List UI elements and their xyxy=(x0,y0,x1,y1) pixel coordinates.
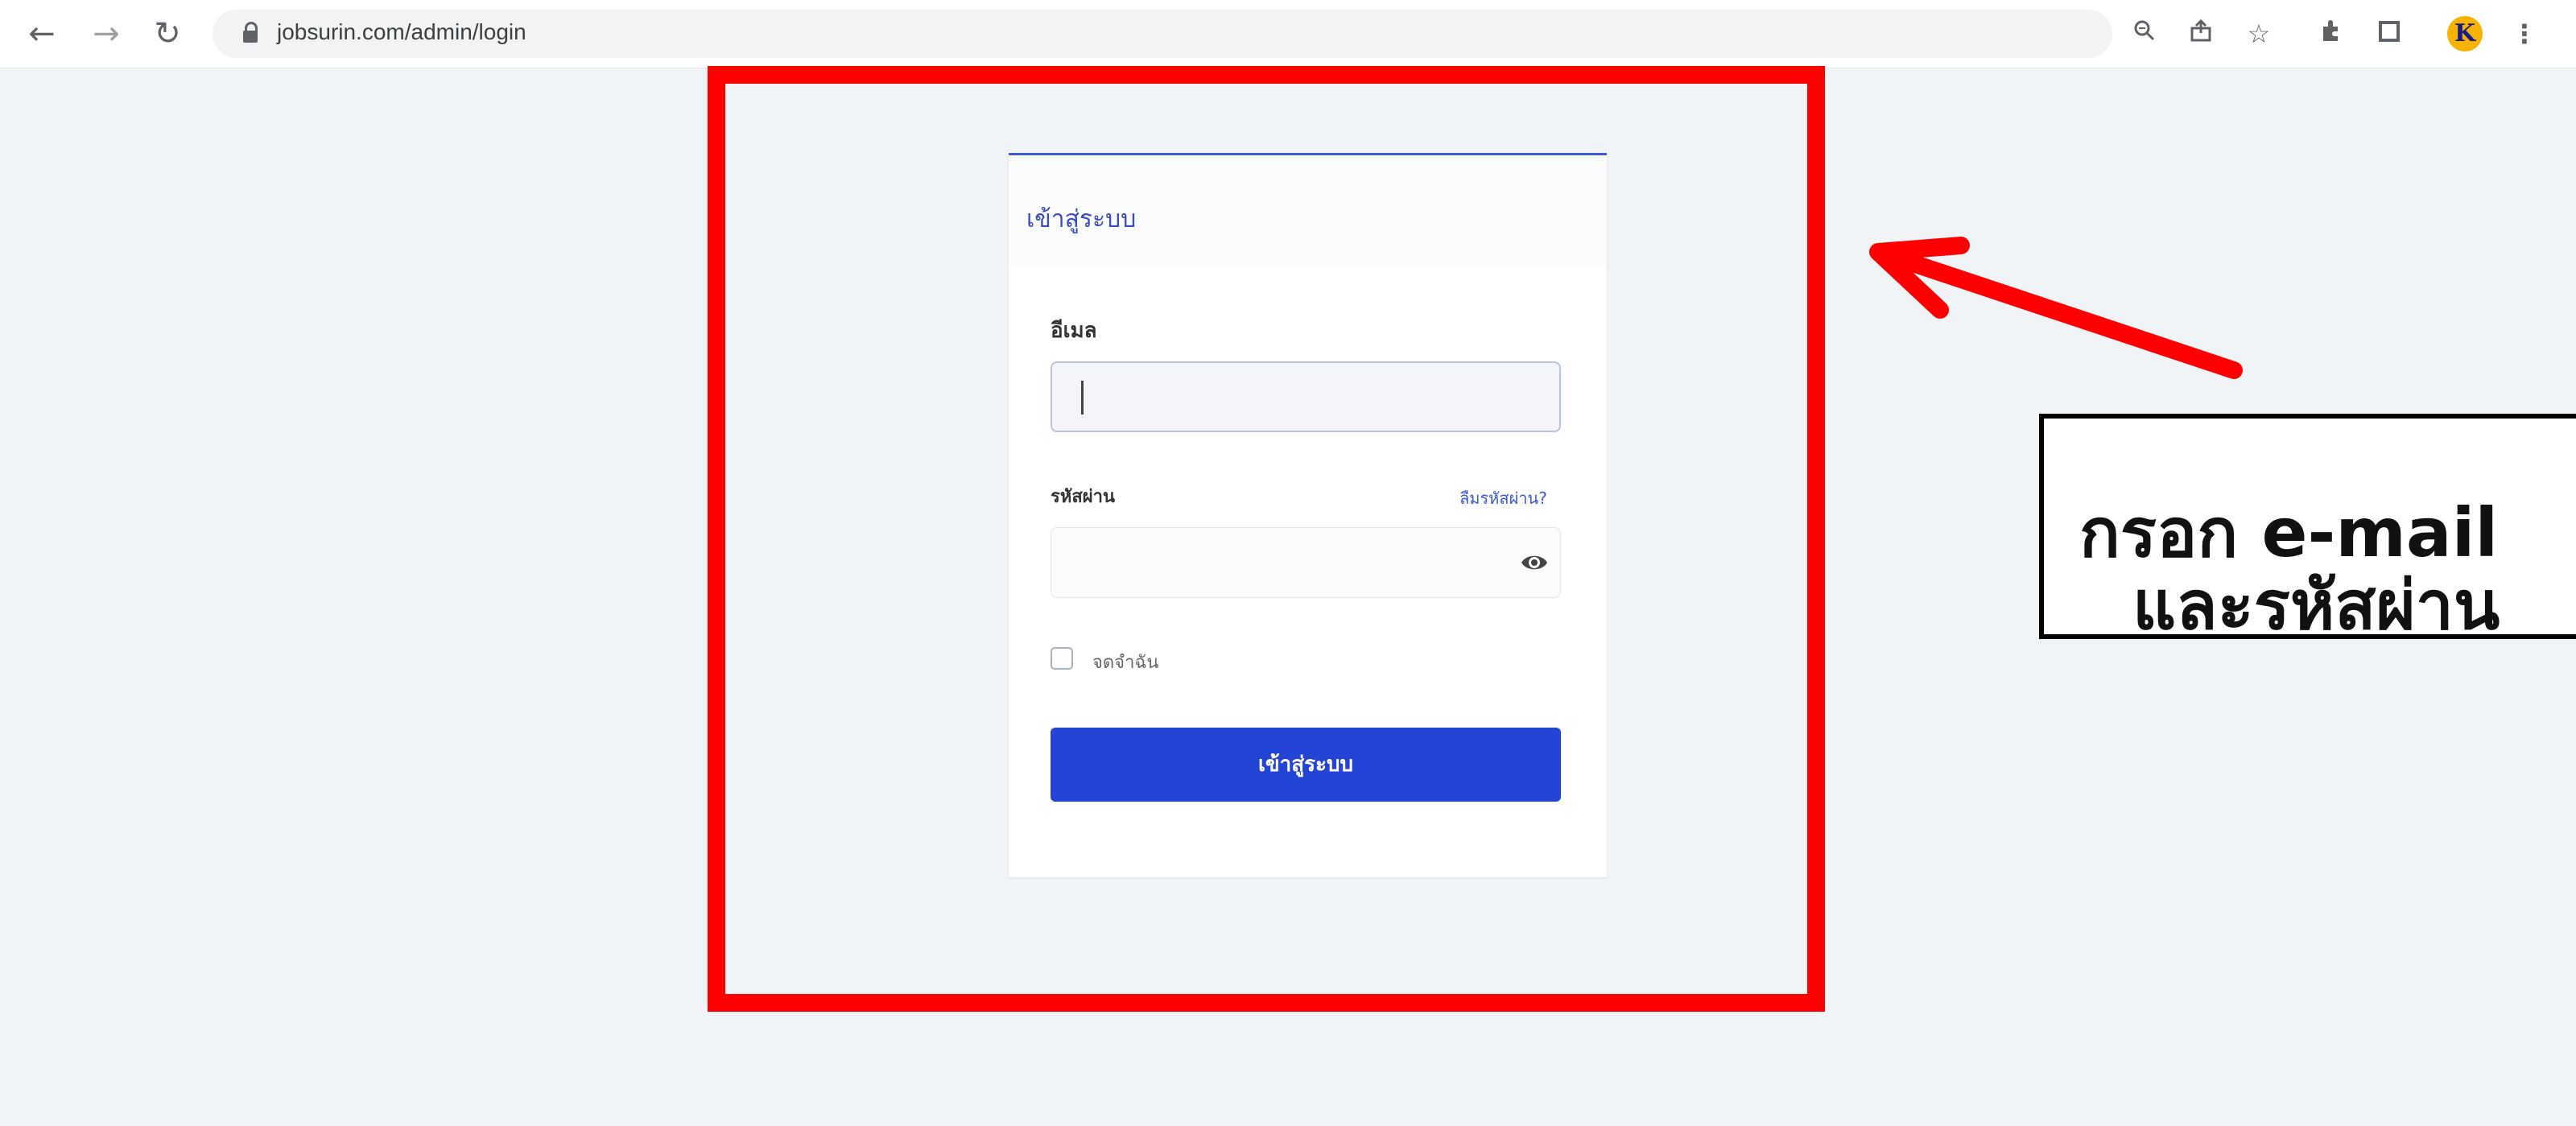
email-field[interactable] xyxy=(1051,361,1561,432)
reload-icon[interactable]: ↻ xyxy=(145,11,190,56)
menu-icon[interactable]: ⋮ xyxy=(2504,13,2545,55)
password-field[interactable] xyxy=(1051,527,1561,598)
forgot-password-link[interactable]: ลืมรหัสผ่าน? xyxy=(1459,485,1547,511)
lock-icon[interactable] xyxy=(243,22,258,43)
eye-icon[interactable] xyxy=(1520,549,1549,576)
login-button[interactable]: เข้าสู่ระบบ xyxy=(1051,728,1561,802)
text-caret xyxy=(1081,381,1084,415)
password-label: รหัสผ่าน xyxy=(1051,487,1116,507)
profile-avatar[interactable]: K xyxy=(2447,16,2483,52)
email-label: อีเมล xyxy=(1051,319,1097,343)
star-icon[interactable]: ☆ xyxy=(2238,13,2280,55)
login-card: เข้าสู่ระบบ อีเมล รหัสผ่าน ลืมรหัสผ่าน? … xyxy=(1009,153,1607,877)
login-title: เข้าสู่ระบบ xyxy=(1026,205,1137,233)
url-text[interactable]: jobsurin.com/admin/login xyxy=(277,19,526,45)
browser-toolbar: ← → ↻ jobsurin.com/admin/login ☆ K ⋮ xyxy=(0,0,2576,68)
remember-label[interactable]: จดจำฉัน xyxy=(1092,648,1158,676)
instruction-callout: กรอก e-mail และรหัสผ่าน xyxy=(2039,414,2576,645)
forward-arrow-icon[interactable]: → xyxy=(84,11,129,56)
back-arrow-icon[interactable]: ← xyxy=(19,11,64,56)
share-icon[interactable] xyxy=(2180,13,2222,55)
pointer-arrow xyxy=(1869,237,2243,379)
remember-checkbox[interactable] xyxy=(1051,647,1073,670)
callout-line-2: และรหัสผ่าน xyxy=(2132,566,2500,645)
address-bar[interactable]: jobsurin.com/admin/login xyxy=(213,10,2112,58)
card-header: เข้าสู่ระบบ xyxy=(1009,155,1607,268)
zoom-icon[interactable] xyxy=(2124,13,2165,55)
extensions-icon[interactable] xyxy=(2310,13,2352,55)
sidebar-icon[interactable] xyxy=(2368,13,2410,55)
